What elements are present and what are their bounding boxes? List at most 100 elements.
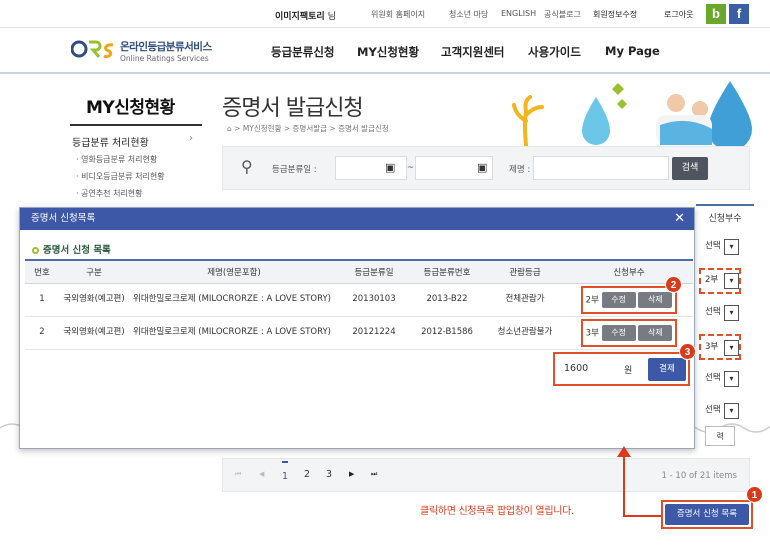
last-page-icon[interactable]: ⏭ — [371, 470, 377, 479]
chevron-down-icon[interactable]: ▾ — [724, 403, 739, 419]
home-icon[interactable]: ⌂ — [227, 124, 232, 133]
col-header-title: 제명(영문포함) — [129, 259, 339, 284]
nav-rating-application[interactable]: 등급분류신청 — [271, 44, 334, 60]
col-header-date: 등급분류일 — [339, 259, 409, 284]
col-header-no: 번호 — [25, 259, 59, 284]
calendar-icon[interactable]: ▣ — [477, 161, 487, 174]
prev-page-icon[interactable]: ◀ — [259, 470, 264, 478]
sidebar-subitem-performance[interactable]: · 공연추천 처리현황 — [76, 188, 143, 199]
pay-button[interactable]: 결제 — [648, 358, 686, 381]
step-badge-2: 2 — [665, 276, 682, 293]
facebook-icon[interactable]: f — [729, 4, 749, 24]
chevron-down-icon[interactable]: ▾ — [724, 273, 739, 289]
committee-home-link[interactable]: 위원회 홈페이지 — [371, 9, 425, 20]
cell-type: 국외영화(예고편) — [59, 283, 129, 317]
chevron-right-icon: › — [189, 133, 193, 144]
open-application-list-button[interactable]: 증명서 신청 목록 — [665, 504, 749, 525]
nav-my-page[interactable]: My Page — [605, 44, 660, 58]
sidebar-subitem-movie[interactable]: · 영화등급분류 처리현황 — [76, 154, 157, 165]
date-range-tilde: ~ — [407, 163, 415, 173]
english-link[interactable]: ENGLISH — [501, 9, 536, 18]
nav-customer-center[interactable]: 고객지원센터 — [441, 44, 504, 60]
logo-subtext: Online Ratings Services — [120, 54, 209, 63]
application-list-cta: 증명서 신청 목록 — [661, 500, 753, 529]
copies-select[interactable]: 선택 ▾ — [705, 305, 739, 323]
date-label: 등급분류일 : — [272, 165, 317, 175]
copies-action-group: 2부 수정 삭제 — [580, 285, 678, 314]
page-2[interactable]: 2 — [304, 469, 310, 480]
search-button[interactable]: 검색 — [672, 157, 708, 180]
chevron-down-icon[interactable]: ▾ — [724, 305, 739, 321]
site-header: 온라인등급분류서비스 Online Ratings Services 등급분류신… — [0, 28, 770, 74]
youth-link[interactable]: 청소년 마당 — [449, 9, 488, 20]
cell-rating: 청소년관람불가 — [485, 316, 565, 350]
official-blog-link[interactable]: 공식블로그 — [544, 9, 581, 20]
sidebar-subitem-video[interactable]: · 비디오등급분류 처리현황 — [76, 171, 165, 182]
first-page-icon[interactable]: ⏮ — [235, 470, 241, 479]
breadcrumb: ⌂ > MY신청현황 > 증명서발급 > 증명서 발급신청 — [227, 124, 389, 133]
title-label: 제명 : — [509, 165, 531, 175]
cell-date: 20130103 — [339, 283, 409, 317]
cell-rating: 전체관람가 — [485, 283, 565, 317]
page-title: 증명서 발급신청 — [222, 96, 364, 121]
nav-my-status[interactable]: MY신청현황 — [357, 44, 419, 60]
cell-code: 2012-B1586 — [409, 316, 485, 350]
user-greeting: 이미지팩토리 님 — [275, 12, 336, 22]
copies-action-group: 3부 수정 삭제 — [580, 318, 678, 347]
partial-button[interactable]: 력 — [705, 426, 735, 446]
delete-button[interactable]: 삭제 — [638, 291, 673, 308]
family-illustration — [512, 81, 752, 147]
modal-subtitle: 증명서 신청 목록 — [32, 242, 111, 256]
step-badge-3: 3 — [679, 343, 696, 360]
page-info: 1 - 10 of 21 items — [661, 471, 737, 481]
page-1[interactable]: 1 — [282, 461, 289, 482]
blog-icon[interactable]: b — [706, 4, 726, 24]
edit-button[interactable]: 수정 — [601, 324, 636, 341]
copies-select[interactable]: 선택 ▾ — [705, 371, 739, 389]
currency-label: 원 — [624, 366, 633, 376]
sidebar-item-rating-status[interactable]: 등급분류 처리현황 — [72, 134, 149, 149]
copies-select[interactable]: 3부 ▾ — [705, 340, 739, 358]
cell-title: 위대한밀로크로제 (MILOCRORZE : A LOVE STORY) — [129, 283, 339, 317]
page-3[interactable]: 3 — [326, 469, 332, 480]
top-utility-bar: 이미지팩토리 님 위원회 홈페이지 청소년 마당 ENGLISH 공식블로그 회… — [0, 0, 770, 28]
callout-note: 클릭하면 신청목록 팝업창이 열립니다. — [420, 506, 574, 517]
logo-icon[interactable] — [71, 37, 117, 61]
close-icon[interactable]: ✕ — [674, 208, 685, 229]
logout-link[interactable]: 로그아웃 — [664, 9, 693, 20]
cell-no: 1 — [25, 283, 59, 317]
delete-button[interactable]: 삭제 — [638, 324, 673, 341]
sidebar-divider — [70, 124, 202, 126]
bullet-icon — [32, 247, 39, 254]
logo-text[interactable]: 온라인등급분류서비스 — [120, 39, 212, 54]
copies-select[interactable]: 2부 ▾ — [705, 273, 739, 291]
calendar-icon[interactable]: ▣ — [385, 161, 395, 174]
cell-no: 2 — [25, 316, 59, 350]
col-header-code: 등급분류번호 — [409, 259, 485, 284]
copies-select[interactable]: 선택 ▾ — [705, 239, 739, 257]
application-table: 번호 구분 제명(영문포함) 등급분류일 등급분류번호 관람등급 신청부수 1 … — [25, 259, 693, 350]
cell-code: 2013-B22 — [409, 283, 485, 317]
cell-date: 20121224 — [339, 316, 409, 350]
table-row: 2 국외영화(예고편) 위대한밀로크로제 (MILOCRORZE : A LOV… — [25, 316, 693, 350]
step-badge-1: 1 — [746, 486, 763, 503]
edit-button[interactable]: 수정 — [601, 291, 636, 308]
start-date-input[interactable] — [335, 156, 407, 180]
col-header-rating: 관람등급 — [485, 259, 565, 284]
member-edit-link[interactable]: 회원정보수정 — [593, 9, 637, 20]
cell-type: 국외영화(예고편) — [59, 316, 129, 350]
sidebar-title: MY신청현황 — [86, 98, 175, 118]
search-panel: ⚲ 등급분류일 : ▣ ~ ▣ 제명 : — [222, 146, 750, 190]
title-input[interactable] — [533, 156, 669, 180]
modal-title: 증명서 신청목록 — [20, 208, 694, 230]
chevron-down-icon[interactable]: ▾ — [724, 371, 739, 387]
col-header-type: 구분 — [59, 259, 129, 284]
payment-box: 1600 원 결제 — [553, 352, 690, 386]
chevron-down-icon[interactable]: ▾ — [724, 239, 739, 255]
next-page-icon[interactable]: ▶ — [349, 470, 354, 478]
cell-copies: 3부 수정 삭제 — [565, 316, 693, 350]
nav-usage-guide[interactable]: 사용가이드 — [528, 44, 581, 60]
chevron-down-icon[interactable]: ▾ — [724, 340, 739, 356]
table-row: 1 국외영화(예고편) 위대한밀로크로제 (MILOCRORZE : A LOV… — [25, 283, 693, 317]
pagination: ⏮ ◀ 1 2 3 ▶ ⏭ 1 - 10 of 21 items — [222, 458, 750, 492]
